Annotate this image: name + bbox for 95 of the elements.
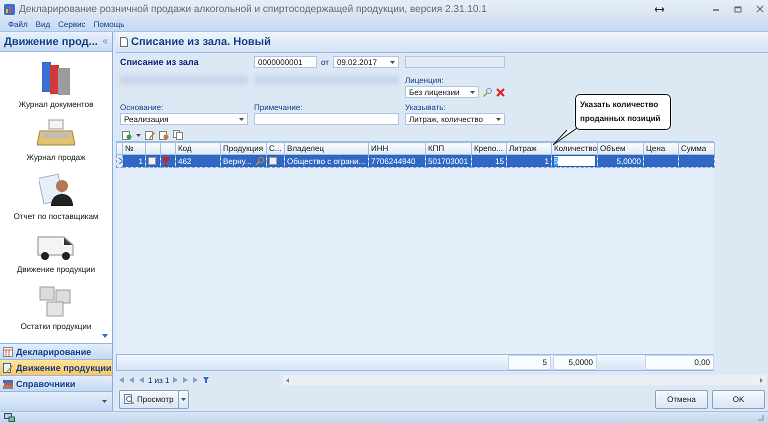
ok-button[interactable]: OK bbox=[712, 390, 765, 408]
edit-icon bbox=[145, 130, 155, 140]
first-page-icon bbox=[118, 377, 124, 383]
menu-item[interactable]: Сервис bbox=[58, 20, 86, 29]
prev-page-icon bbox=[138, 377, 144, 383]
menu-item[interactable]: Вид bbox=[36, 20, 50, 29]
scroll-down-icon bbox=[102, 334, 108, 338]
callout-pointer bbox=[553, 128, 577, 146]
column-header[interactable]: Литраж bbox=[506, 142, 552, 154]
add-icon bbox=[122, 130, 132, 140]
caret-icon bbox=[470, 90, 475, 94]
search-icon bbox=[256, 157, 264, 165]
caret-icon bbox=[390, 60, 395, 64]
column-header[interactable]: Продукция bbox=[220, 142, 266, 154]
number-field[interactable]: 0000000001 bbox=[254, 56, 317, 68]
last-page-icon bbox=[193, 377, 200, 383]
total-sum: 0,00 bbox=[645, 355, 714, 370]
column-header[interactable]: КПП bbox=[426, 142, 472, 154]
caret-icon bbox=[136, 134, 141, 136]
resize-arrows-icon bbox=[655, 6, 664, 12]
menu-item[interactable]: Помощь bbox=[94, 20, 124, 29]
edit-icon bbox=[3, 362, 13, 372]
column-header[interactable]: Объем bbox=[598, 142, 644, 154]
wine-glass-icon bbox=[163, 156, 169, 166]
column-header[interactable]: Сумма bbox=[678, 142, 714, 154]
column-header[interactable]: С... bbox=[266, 142, 284, 154]
table-cell: 5,0000 bbox=[598, 154, 644, 168]
table-cell: 15 bbox=[472, 154, 506, 168]
column-header[interactable]: Количество bbox=[552, 142, 598, 154]
sidebar-item[interactable]: Журнал продаж bbox=[26, 153, 86, 162]
column-header[interactable]: Крепо... bbox=[472, 142, 506, 154]
page-indicator: 1 из 1 bbox=[148, 376, 170, 384]
preview-button[interactable]: Просмотр bbox=[119, 390, 179, 408]
nav-section-button[interactable]: Справочники bbox=[0, 375, 112, 391]
delete-icon bbox=[159, 130, 169, 140]
sidebar-item[interactable]: Остатки продукции bbox=[20, 322, 92, 331]
sidebar-item[interactable]: Отчет по поставщикам bbox=[14, 212, 98, 221]
total-quantity: 5 bbox=[508, 355, 551, 370]
close-icon bbox=[756, 5, 764, 13]
sidebar-item[interactable]: Движение продукции bbox=[16, 265, 96, 274]
app-logo-icon bbox=[4, 4, 15, 14]
field-label: Лиценция: bbox=[405, 76, 445, 85]
document-icon bbox=[120, 37, 128, 47]
column-header[interactable]: Владелец bbox=[284, 142, 368, 154]
cancel-button[interactable]: Отмена bbox=[655, 390, 708, 408]
document-title: Списание из зала. Новый bbox=[131, 36, 271, 48]
books-icon bbox=[3, 378, 13, 388]
window-title: Декларирование розничной продажи алкогольной и спиртосодержащей продукции, версия 2.31.10.1 bbox=[19, 4, 488, 14]
basis-dropdown[interactable]: Реализация bbox=[120, 113, 248, 125]
magnifier-document-icon bbox=[124, 394, 134, 404]
sidebar-item[interactable]: Журнал документов bbox=[18, 100, 94, 109]
scroll-right-icon bbox=[760, 378, 763, 382]
table-cell: 462 bbox=[176, 154, 220, 168]
close-icon bbox=[496, 88, 505, 96]
column-header[interactable]: Цена bbox=[644, 142, 678, 154]
license-dropdown[interactable]: Без лицензии bbox=[405, 86, 479, 98]
table-cell: 501703001 bbox=[426, 154, 472, 168]
nav-section-button[interactable]: Декларирование bbox=[0, 343, 112, 359]
caret-icon bbox=[180, 398, 186, 400]
document-person-icon bbox=[38, 172, 73, 208]
panel-title: Движение прод... bbox=[4, 36, 98, 48]
resize-grip-icon bbox=[757, 414, 764, 421]
field-label: Указывать: bbox=[405, 103, 447, 112]
horizontal-scrollbar[interactable] bbox=[283, 375, 766, 385]
table-cell: 7706244940 bbox=[368, 154, 426, 168]
search-icon bbox=[483, 88, 492, 96]
field-label: Примечание: bbox=[254, 103, 304, 112]
caret-icon bbox=[239, 118, 244, 120]
column-header[interactable]: ИНН bbox=[368, 142, 426, 154]
maximize-icon bbox=[734, 5, 742, 13]
date-label: от bbox=[321, 58, 329, 66]
table-cell-text: Верну... bbox=[223, 156, 252, 166]
callout-bubble: Указать количество проданных позиций bbox=[575, 94, 671, 130]
nav-section-button[interactable]: Движение продукции bbox=[0, 359, 112, 375]
total-volume: 5,0000 bbox=[553, 355, 597, 370]
column-header[interactable]: № bbox=[122, 142, 146, 154]
table-cell: 1 bbox=[506, 154, 552, 168]
filter-icon bbox=[203, 377, 210, 383]
network-icon bbox=[4, 413, 15, 422]
table-icon bbox=[3, 346, 13, 356]
table-cell: 1 bbox=[122, 154, 146, 168]
scroll-left-icon bbox=[286, 378, 290, 382]
column-header[interactable]: Код bbox=[176, 142, 220, 154]
next-page-icon bbox=[173, 377, 180, 383]
note-field[interactable] bbox=[254, 113, 399, 125]
table-cell: Общество с ограни... bbox=[284, 154, 368, 168]
form-title: Списание из зала bbox=[120, 57, 200, 67]
caret-icon bbox=[496, 118, 501, 120]
date-field[interactable]: 09.02.2017 bbox=[332, 56, 399, 68]
copy-icon bbox=[173, 130, 183, 140]
menu-item[interactable]: Файл bbox=[8, 20, 28, 29]
display-mode-dropdown[interactable]: Литраж, количество bbox=[405, 113, 505, 125]
field-label: Основание: bbox=[120, 103, 164, 112]
caret-icon bbox=[102, 400, 107, 403]
dropdown-button[interactable] bbox=[178, 390, 189, 408]
